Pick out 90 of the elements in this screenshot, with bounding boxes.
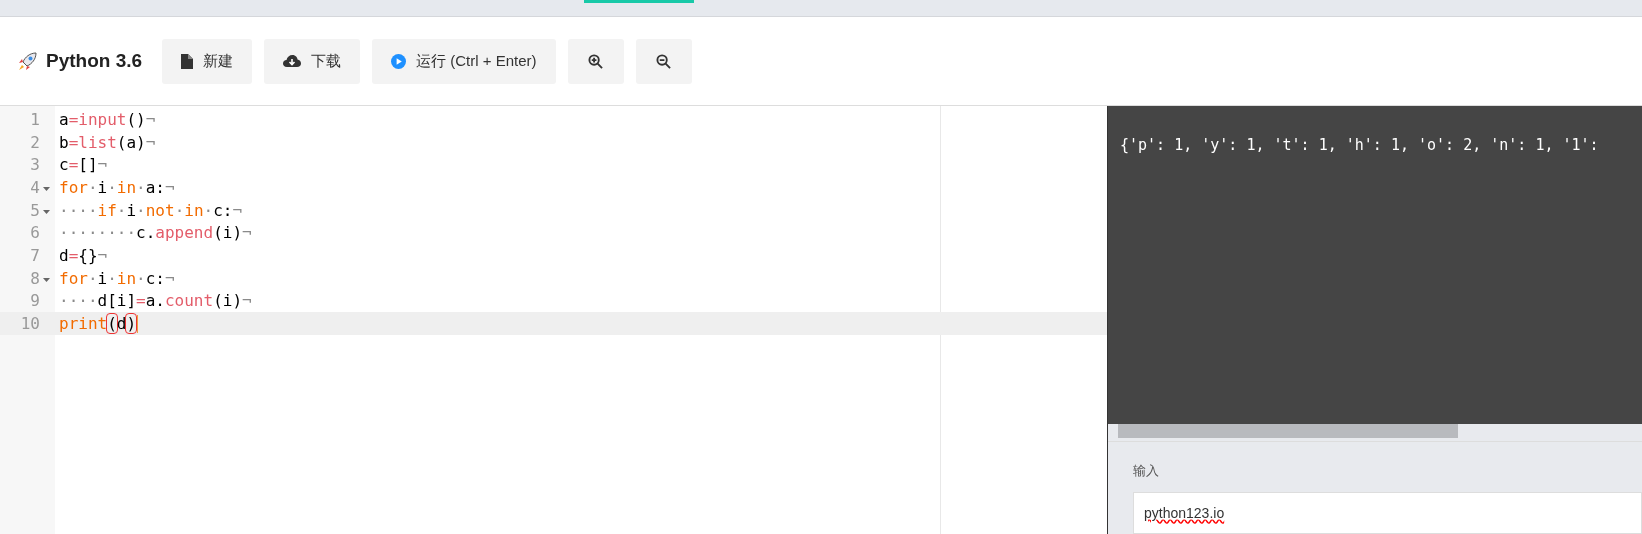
output-text: {'p': 1, 'y': 1, 't': 1, 'h': 1, 'o': 2, 'n': 1, '1': — [1119, 136, 1599, 154]
line-number: 10 — [20, 314, 40, 334]
file-icon — [181, 53, 194, 69]
invisible-char: ¬ — [97, 245, 108, 265]
code-token: d[i] — [97, 291, 137, 311]
code-token: a. — [145, 291, 165, 311]
download-button[interactable]: 下载 — [264, 38, 361, 84]
code-token: = — [68, 245, 79, 265]
invisible-char: ¬ — [242, 223, 252, 243]
line-number: 2 — [30, 132, 40, 152]
code-token: c: — [213, 200, 233, 220]
input-label: 输入 — [1133, 462, 1160, 480]
invisible-char: · — [136, 177, 146, 197]
rocket-icon — [16, 49, 40, 73]
line-number: 4 — [30, 177, 40, 197]
invisible-char: · — [87, 268, 98, 288]
fold-arrow-icon[interactable] — [43, 277, 50, 282]
code-token: a: — [145, 177, 165, 197]
cloud-download-icon — [283, 54, 302, 68]
invisible-char: ···· — [59, 200, 98, 220]
code-token: [] — [78, 155, 98, 175]
code-token: d — [59, 245, 69, 265]
invisible-char: · — [174, 200, 185, 220]
invisible-char: ¬ — [145, 109, 156, 129]
code-token: if — [97, 200, 117, 220]
line-number: 3 — [30, 155, 40, 175]
invisible-char: · — [116, 200, 127, 220]
line-number: 8 — [30, 268, 40, 288]
code-token: i — [97, 268, 108, 288]
code-token: = — [68, 132, 79, 152]
code-token: (a) — [116, 132, 146, 152]
line-number: 6 — [30, 223, 40, 243]
app-title: Python 3.6 — [46, 50, 143, 72]
code-token: = — [136, 291, 146, 311]
code-token: list — [78, 132, 117, 152]
invisible-char: ¬ — [145, 132, 156, 152]
code-token: = — [68, 109, 79, 129]
code-token: b — [59, 132, 69, 152]
code-token: c — [59, 155, 69, 175]
zoom-out-button[interactable] — [635, 38, 692, 84]
invisible-char: · — [107, 268, 117, 288]
input-field[interactable]: python123.io — [1133, 492, 1642, 534]
invisible-char: ¬ — [165, 177, 175, 197]
code-token: append — [155, 223, 214, 243]
invisible-char: · — [136, 268, 146, 288]
code-token: for — [59, 268, 88, 288]
invisible-char: ¬ — [232, 200, 243, 220]
code-token: a — [59, 109, 69, 129]
invisible-char: ···· — [59, 291, 98, 311]
zoom-in-button[interactable] — [567, 38, 624, 84]
scrollbar-thumb[interactable] — [1118, 424, 1458, 438]
code-token: input — [78, 109, 127, 129]
code-token: {} — [78, 245, 98, 265]
code-token: in — [116, 177, 137, 197]
code-token: print — [59, 314, 108, 334]
code-token: i — [126, 200, 137, 220]
code-token: count — [164, 291, 214, 311]
play-icon — [391, 53, 407, 69]
invisible-char: ¬ — [242, 291, 252, 311]
invisible-char: ¬ — [165, 268, 175, 288]
zoom-out-icon — [656, 53, 671, 69]
code-token: for — [59, 177, 88, 197]
code-token: not — [145, 200, 175, 220]
invisible-char: ¬ — [97, 155, 108, 175]
code-token: (i) — [213, 291, 243, 311]
invisible-char: ········ — [59, 223, 137, 243]
invisible-char: · — [136, 200, 146, 220]
matched-bracket: ( — [107, 314, 117, 334]
code-token: in — [116, 268, 137, 288]
invisible-char: · — [87, 177, 98, 197]
line-number: 7 — [30, 245, 40, 265]
line-number: 9 — [30, 291, 40, 311]
fold-arrow-icon[interactable] — [43, 209, 50, 214]
zoom-in-icon — [588, 53, 603, 69]
line-number: 1 — [30, 109, 40, 129]
fold-arrow-icon[interactable] — [43, 186, 50, 191]
code-token: i — [97, 177, 108, 197]
invisible-char: · — [107, 177, 117, 197]
code-token: c: — [145, 268, 165, 288]
text-cursor — [137, 314, 139, 333]
matched-bracket: ) — [126, 314, 137, 334]
line-number: 5 — [30, 200, 40, 220]
code-token: (i) — [213, 223, 243, 243]
run-button[interactable]: 运行 (Ctrl + Enter) — [372, 38, 556, 84]
code-token: () — [126, 109, 146, 129]
code-token: c. — [136, 223, 156, 243]
invisible-char: · — [203, 200, 214, 220]
code-token: in — [184, 200, 204, 220]
new-file-button[interactable]: 新建 — [162, 38, 253, 84]
code-token: = — [68, 155, 79, 175]
